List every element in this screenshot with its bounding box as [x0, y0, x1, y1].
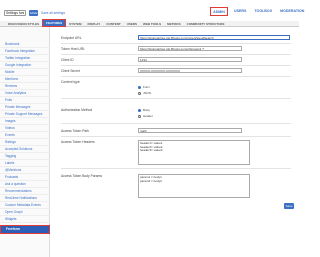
auth-method-header-radio[interactable]: Header	[138, 114, 153, 118]
content-type-form-label: Form	[143, 85, 150, 89]
sidebar-item-real-time-notifications[interactable]: Real-time Notifications	[0, 195, 50, 202]
sidebar-item-private-support-messages[interactable]: Private Support Messages	[0, 111, 50, 118]
settings-select[interactable]: Settings for: ▾	[4, 10, 26, 16]
radio-selected-icon	[138, 108, 141, 112]
token-host-url-input[interactable]: https://lsignparrites.rpk.8hosts.com/pth…	[138, 46, 242, 51]
content-type-form-radio[interactable]: Form	[138, 85, 150, 89]
tab-web-tools[interactable]: WEB TOOLS	[140, 21, 164, 27]
radio-selected-icon	[138, 85, 141, 89]
client-secret-input[interactable]: XXXXX-XXXXXXX-XXXXXXX	[138, 68, 242, 73]
tab-community-structure[interactable]: COMMUNITY STRUCTURE	[184, 21, 228, 27]
sidebar-item-recommendations[interactable]: Recommendations	[0, 188, 50, 195]
settings-select-value: Settings for:	[6, 11, 24, 15]
tab-display[interactable]: DISPLAY	[84, 21, 103, 27]
sidebar-item-videos[interactable]: Videos	[0, 125, 50, 132]
content-type-label: Content type	[61, 80, 80, 84]
sidebar-item-images[interactable]: Images	[0, 118, 50, 125]
sidebar-item-polls[interactable]: Polls	[0, 97, 50, 104]
access-token-body-params-textarea[interactable]: param1 = body1 param2 = body2	[138, 174, 250, 198]
nav-users[interactable]: USERS	[230, 7, 250, 16]
client-secret-label: Client Secret	[61, 69, 80, 73]
tab-users[interactable]: USERS	[124, 21, 140, 27]
tab-system[interactable]: SYSTEM	[66, 21, 84, 27]
endpoint-url-input[interactable]: https://lsignparrites.rpk.8hosts.com/imp…	[138, 35, 290, 40]
sidebar-item-mobile[interactable]: Mobile	[0, 69, 50, 76]
client-id-input[interactable]: 1234	[138, 57, 242, 62]
auth-method-body-label: Body	[143, 108, 150, 112]
tab-features[interactable]: FEATURES	[42, 19, 67, 27]
top-navigation: ADMIN USERS TOOLBOX MODERATION	[210, 7, 308, 16]
client-id-label: Client ID	[61, 58, 74, 62]
access-token-body-params-label: Access Token Body Params	[61, 174, 102, 178]
sidebar-item-at-mentions[interactable]: @Mentions	[0, 167, 50, 174]
sidebar-item-accepted-solutions[interactable]: Accepted Solutions	[0, 146, 50, 153]
sidebar-item-freeform[interactable]: Freeform	[0, 225, 50, 234]
nav-moderation[interactable]: MODERATION	[276, 7, 308, 16]
radio-unselected-icon	[138, 91, 141, 95]
sidebar-item-facebook-integration[interactable]: Facebook Integration	[0, 48, 50, 55]
sidebar-item-mentions[interactable]: Mentions	[0, 76, 50, 83]
sidebar-item-google-integration[interactable]: Google Integration	[0, 62, 50, 69]
save-button-top[interactable]: SAVE	[29, 10, 38, 16]
access-token-headers-label: Access Token Headers	[61, 140, 95, 144]
sidebar-item-twitter-integration[interactable]: Twitter Integration	[0, 55, 50, 62]
access-token-path-input[interactable]: /path	[138, 128, 242, 133]
features-sidebar: Bookmark Facebook Integration Twitter In…	[0, 27, 50, 257]
sidebar-item-reviews[interactable]: Reviews	[0, 83, 50, 90]
tab-discussion-styles[interactable]: DISCUSSION STYLES	[5, 21, 42, 27]
sidebar-item-open-graph[interactable]: Open Graph	[0, 209, 50, 216]
nav-admin[interactable]: ADMIN	[210, 7, 228, 16]
sidebar-item-private-messages[interactable]: Private Messages	[0, 104, 50, 111]
tab-metrics[interactable]: METRICS	[164, 21, 184, 27]
sidebar-item-ask-a-question[interactable]: Ask a question	[0, 181, 50, 188]
sidebar-item-bookmark[interactable]: Bookmark	[0, 41, 50, 48]
auth-method-header-label: Header	[143, 114, 153, 118]
sidebar-item-events[interactable]: Events	[0, 132, 50, 139]
sidebar-item-ratings[interactable]: Ratings	[0, 139, 50, 146]
radio-unselected-icon	[138, 114, 141, 118]
save-all-settings-link[interactable]: Save all settings	[41, 10, 65, 16]
nav-toolbox[interactable]: TOOLBOX	[250, 7, 276, 16]
tab-content[interactable]: CONTENT	[103, 21, 124, 27]
top-bar: Settings for: ▾ SAVE Save all settings A…	[0, 0, 304, 21]
sidebar-item-tagging[interactable]: Tagging	[0, 153, 50, 160]
access-token-headers-textarea[interactable]: header1= value1 header2= value2 header3=…	[138, 140, 250, 165]
content-type-json-radio[interactable]: JSON	[138, 91, 151, 95]
sidebar-item-podcasts[interactable]: Podcasts	[0, 174, 50, 181]
authorization-method-label: Authorization Method	[61, 108, 93, 112]
token-host-url-label: Token Host URL	[61, 47, 86, 51]
freeform-settings-form: Endpoint URL https://lsignparrites.rpk.8…	[52, 27, 297, 257]
save-button[interactable]: Save	[284, 203, 294, 209]
chevron-down-icon: ▾	[22, 11, 24, 15]
auth-method-body-radio[interactable]: Body	[138, 108, 150, 112]
endpoint-url-label: Endpoint URL	[61, 36, 82, 40]
sidebar-item-labels[interactable]: Labels	[0, 160, 50, 167]
sidebar-item-custom-metadata-events[interactable]: Custom Metadata Events	[0, 202, 50, 209]
sidebar-item-widgets[interactable]: Widgets	[0, 216, 50, 223]
sidebar-item-voice-analytics[interactable]: Voice Analytics	[0, 90, 50, 97]
content-type-json-label: JSON	[143, 91, 152, 95]
access-token-path-label: Access Token Path	[61, 129, 89, 133]
